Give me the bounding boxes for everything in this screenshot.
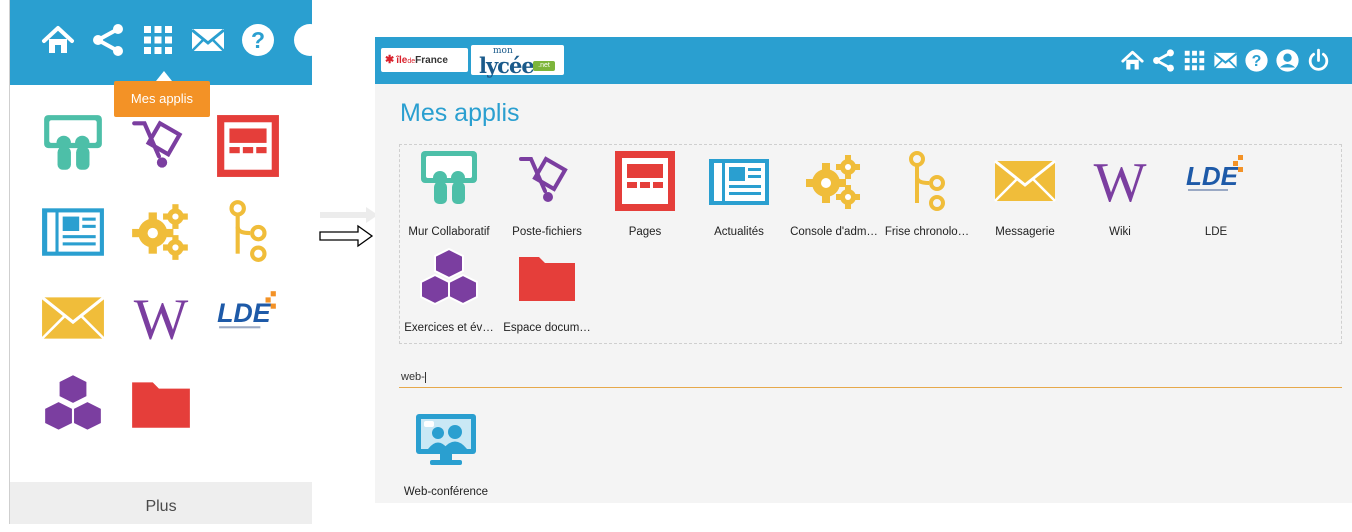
news-icon	[709, 159, 769, 205]
svg-text:W: W	[134, 289, 189, 351]
app-label: Pages	[628, 226, 662, 238]
app-web-conference[interactable]: Web-conférence	[397, 406, 495, 503]
messaging-icon	[994, 159, 1056, 202]
svg-text:W: W	[1094, 152, 1147, 213]
app-label: Messagerie	[995, 226, 1055, 238]
apps-dropdown-panel: ? Mes applis W LDE Plus	[9, 0, 326, 524]
apps-page: ✱ îledeFrance mon lycée .net ? Mes appli…	[375, 37, 1352, 503]
app-label: Mur Collaboratif	[408, 226, 490, 238]
app-label: Exercices et év…	[404, 322, 494, 334]
logo-star-icon: ✱	[385, 54, 395, 66]
apps-grid-icon[interactable]	[1182, 48, 1207, 73]
apps-grid-icon[interactable]	[140, 22, 176, 58]
exercises-cubes-icon	[420, 247, 478, 306]
user-icon[interactable]	[1275, 48, 1300, 73]
wiki-icon[interactable]: W	[128, 285, 194, 351]
app-actualites[interactable]: Actualités	[690, 145, 788, 247]
app-label: Frise chronolo…	[884, 226, 970, 238]
svg-text:LDE: LDE	[217, 298, 272, 328]
lde-icon[interactable]: LDE	[215, 285, 281, 351]
pages-icon	[615, 151, 675, 211]
app-label: Actualités	[714, 226, 764, 238]
timeline-icon	[909, 151, 945, 211]
user-icon[interactable]	[292, 22, 328, 58]
logo-text-lycee: lycée	[479, 53, 535, 78]
exercises-cubes-icon[interactable]	[40, 370, 106, 436]
app-mur-collaboratif[interactable]: Mur Collaboratif	[400, 145, 498, 247]
wiki-icon: W	[1094, 152, 1147, 213]
text-caret	[424, 371, 426, 383]
home-icon[interactable]	[40, 22, 76, 58]
logo-text-ile: île	[396, 55, 408, 66]
collaborative-wall-icon	[421, 151, 477, 204]
app-label: Poste-fichiers	[512, 226, 582, 238]
timeline-icon[interactable]	[215, 198, 281, 264]
share-icon[interactable]	[1151, 48, 1176, 73]
help-icon[interactable]: ?	[1244, 48, 1269, 73]
more-button[interactable]: Plus	[10, 482, 312, 524]
iledefrance-logo[interactable]: ✱ îledeFrance	[381, 48, 468, 72]
logo-text-france: France	[415, 55, 448, 66]
app-poste-fichiers[interactable]: Poste-fichiers	[498, 145, 596, 247]
share-icon[interactable]	[90, 22, 126, 58]
faded-arrow-icon	[320, 207, 378, 223]
search-input[interactable]: web-	[399, 368, 1342, 388]
home-icon[interactable]	[1120, 48, 1145, 73]
apps-grid: Mur Collaboratif Poste-fichiers Pages Ac…	[399, 144, 1342, 344]
mail-icon[interactable]	[1213, 48, 1238, 73]
svg-text:LDE: LDE	[1186, 161, 1239, 191]
news-icon[interactable]	[40, 198, 106, 264]
app-wiki[interactable]: W Wiki	[1071, 145, 1169, 247]
app-lde[interactable]: LDE LDE	[1167, 145, 1265, 247]
app-pages[interactable]: Pages	[596, 145, 694, 247]
power-icon[interactable]	[1306, 48, 1331, 73]
app-label: Web-conférence	[403, 486, 489, 498]
web-conference-icon	[416, 414, 476, 465]
app-console-admin[interactable]: Console d'adm…	[785, 145, 883, 247]
help-icon[interactable]: ?	[240, 22, 276, 58]
right-top-bar: ✱ îledeFrance mon lycée .net ?	[375, 37, 1352, 84]
app-exercices-evaluations[interactable]: Exercices et év…	[400, 241, 498, 343]
monlycee-logo[interactable]: mon lycée .net	[471, 45, 564, 78]
app-label: Espace docum…	[503, 322, 591, 334]
folder-icon	[519, 257, 575, 301]
messaging-icon[interactable]	[40, 285, 106, 351]
svg-text:?: ?	[251, 27, 265, 53]
right-arrow-icon	[319, 224, 374, 248]
file-cart-icon[interactable]	[128, 113, 194, 179]
app-espace-documentaire[interactable]: Espace docum…	[498, 241, 596, 343]
logo-text-de: de	[407, 58, 416, 65]
page-title: Mes applis	[400, 99, 520, 127]
admin-gears-icon[interactable]	[128, 198, 194, 264]
app-label: Console d'adm…	[790, 226, 878, 238]
app-label: Wiki	[1109, 226, 1131, 238]
collaborative-wall-icon[interactable]	[40, 113, 106, 179]
app-messagerie[interactable]: Messagerie	[976, 145, 1074, 247]
tooltip-mes-applis: Mes applis	[114, 71, 210, 117]
pages-icon[interactable]	[215, 113, 281, 179]
svg-text:?: ?	[1252, 53, 1262, 70]
mail-icon[interactable]	[190, 22, 226, 58]
logo-text-net: .net	[533, 61, 555, 71]
app-frise-chronologique[interactable]: Frise chronolo…	[878, 145, 976, 247]
admin-gears-icon	[806, 155, 860, 209]
lde-icon: LDE	[1186, 155, 1243, 191]
app-label: LDE	[1204, 226, 1228, 238]
folder-icon[interactable]	[128, 370, 194, 436]
file-cart-icon	[519, 156, 568, 202]
search-value: web-	[401, 371, 425, 383]
